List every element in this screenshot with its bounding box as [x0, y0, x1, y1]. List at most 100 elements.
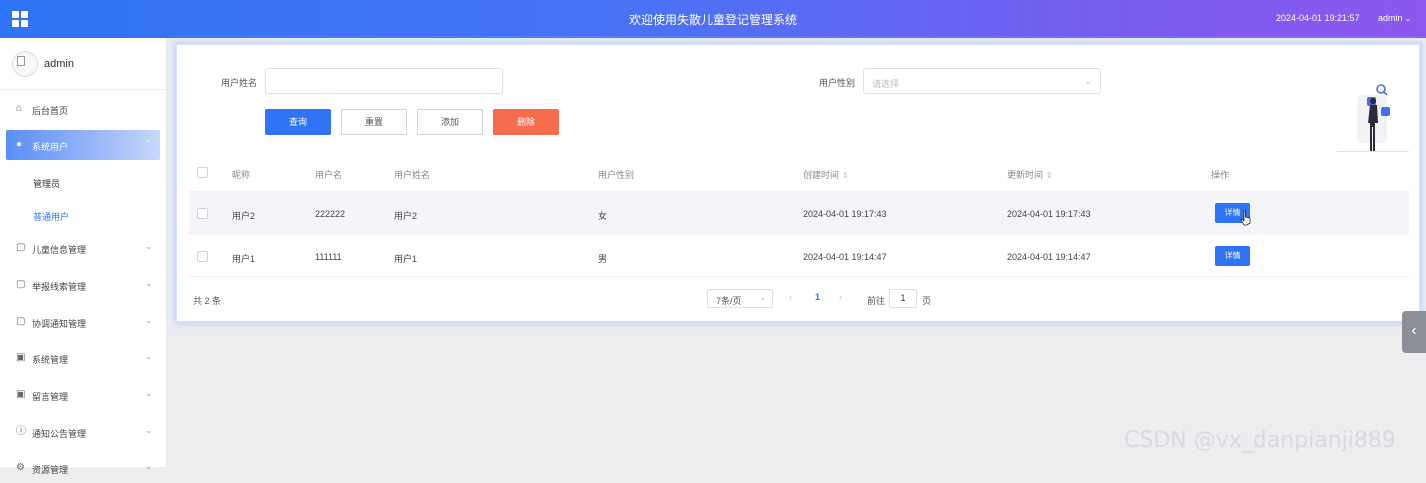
chevron-down-icon: ⌄: [1404, 14, 1412, 23]
sort-icon[interactable]: ⇕: [842, 171, 849, 180]
info-icon: ⓘ: [16, 426, 26, 437]
gender-label: 用户性别: [819, 78, 856, 88]
sidebar-item-report-clues[interactable]: ▢ 举报线索管理 ⌄: [6, 270, 160, 300]
page-size-value: 7条/页: [716, 296, 742, 306]
chevron-up-icon: ⌃: [145, 139, 152, 148]
sidebar-profile: admin: [0, 38, 166, 90]
gender-select[interactable]: 请选择 ⌄: [863, 68, 1101, 94]
sidebar-item-home[interactable]: ⌂ 后台首页: [6, 94, 160, 124]
sidebar-item-coordination[interactable]: ▢ 协调通知管理 ⌄: [6, 307, 160, 337]
chevron-down-icon: ⌄: [145, 316, 152, 325]
document-icon: ▢: [16, 242, 26, 253]
gender-select-placeholder: 请选择: [872, 79, 900, 89]
sidebar-item-label: 系统管理: [32, 355, 69, 365]
cell-updated: 2024-04-01 19:17:43: [1007, 209, 1091, 219]
chevron-down-icon: ⌄: [145, 352, 152, 361]
user-menu-label[interactable]: admin: [1378, 13, 1403, 23]
column-header-created[interactable]: 创建时间 ⇕: [803, 168, 849, 181]
person-illustration-icon: [1337, 84, 1409, 152]
cell-username: 222222: [315, 209, 346, 219]
collapse-panel-button[interactable]: ‹: [1402, 311, 1426, 353]
pager-goto-input[interactable]: 1: [889, 289, 917, 308]
sidebar-item-label: 协调通知管理: [32, 319, 87, 329]
header-datetime: 2024-04-01 19:21:57: [1276, 13, 1360, 23]
sidebar-item-label: 系统用户: [32, 142, 69, 152]
chevron-down-icon: ⌄: [1084, 76, 1092, 86]
prev-page-icon[interactable]: ‹: [789, 292, 792, 302]
sidebar-item-child-info[interactable]: ▢ 儿童信息管理 ⌄: [6, 233, 160, 263]
cell-gender: 男: [598, 254, 608, 264]
gear-icon: ⚙: [16, 462, 25, 473]
column-header: 用户名: [315, 170, 343, 180]
sidebar-item-system[interactable]: ▣ 系统管理 ⌄: [6, 343, 160, 373]
chevron-down-icon: ⌄: [145, 426, 152, 435]
sort-icon[interactable]: ⇕: [1046, 171, 1053, 180]
user-menu[interactable]: admin ⌄: [1378, 13, 1411, 23]
cell-username: 111111: [315, 252, 342, 262]
document-icon: ▢: [16, 279, 26, 290]
pager-unit-label: 页: [922, 296, 932, 306]
document-icon: ▢: [16, 316, 26, 327]
chevron-down-icon: ⌄: [145, 242, 152, 251]
sidebar-subitem-admin[interactable]: 管理员: [33, 177, 60, 190]
sidebar-item-label: 资源管理: [32, 465, 69, 475]
cell-realname: 用户1: [394, 254, 418, 264]
next-page-icon[interactable]: ›: [839, 292, 842, 302]
column-header: 操作: [1211, 170, 1230, 180]
column-header-label: 创建时间: [803, 170, 840, 180]
hand-cursor-icon: [1240, 210, 1251, 226]
column-header-label: 更新时间: [1007, 170, 1044, 180]
user-icon: ●: [16, 139, 23, 150]
row-checkbox[interactable]: [197, 208, 208, 219]
watermark: CSDN @vx_danpianji889: [1124, 428, 1396, 453]
pager-goto-label: 前往: [867, 296, 886, 306]
cell-nickname: 用户2: [232, 211, 256, 221]
cell-gender: 女: [598, 211, 608, 221]
sidebar-item-label: 通知公告管理: [32, 429, 87, 439]
add-button[interactable]: 添加: [417, 109, 483, 135]
sidebar-item-label: 后台首页: [32, 106, 69, 116]
table-row[interactable]: 用户2 222222 用户2 女 2024-04-01 19:17:43 202…: [189, 192, 1409, 234]
sidebar-item-notices[interactable]: ⓘ 通知公告管理 ⌄: [6, 417, 160, 447]
page-size-select[interactable]: 7条/页 ⌄: [707, 289, 773, 308]
pager-current-page[interactable]: 1: [815, 292, 820, 302]
chevron-left-icon: ‹: [1411, 322, 1417, 339]
name-label: 用户姓名: [221, 78, 258, 88]
sidebar-subitem-normal-users[interactable]: 普通用户: [33, 210, 69, 223]
cell-nickname: 用户1: [232, 254, 256, 264]
row-checkbox[interactable]: [197, 251, 208, 262]
chevron-down-icon: ⌄: [145, 389, 152, 398]
chevron-down-icon: ⌄: [145, 279, 152, 288]
avatar: [12, 51, 38, 77]
content-card: 用户姓名 用户性别 请选择 ⌄ 查询 重置 添加 删除 昵称 用户名 用户姓名 …: [176, 44, 1420, 322]
column-header-updated[interactable]: 更新时间 ⇕: [1007, 168, 1053, 181]
cell-realname: 用户2: [394, 211, 418, 221]
table-row[interactable]: 用户1 111111 用户1 男 2024-04-01 19:14:47 202…: [189, 235, 1409, 277]
cell-created: 2024-04-01 19:14:47: [803, 252, 887, 262]
column-header: 用户性别: [598, 170, 635, 180]
sidebar-item-system-users[interactable]: ● 系统用户 ⌃: [6, 130, 160, 160]
cell-created: 2024-04-01 19:17:43: [803, 209, 887, 219]
column-header: 用户姓名: [394, 170, 431, 180]
name-input[interactable]: [265, 68, 503, 94]
reset-button[interactable]: 重置: [341, 109, 407, 135]
sidebar: admin ⌂ 后台首页 ● 系统用户 ⌃ 管理员 普通用户 ▢ 儿童信息管理 …: [0, 38, 167, 475]
pager-total: 共 2 条: [193, 296, 222, 306]
home-icon: ⌂: [16, 103, 23, 114]
image-icon: ▣: [16, 389, 26, 400]
delete-button[interactable]: 删除: [493, 109, 559, 135]
sidebar-item-resources[interactable]: ⚙ 资源管理 ⌄: [6, 453, 160, 483]
column-header: 昵称: [232, 170, 251, 180]
select-all-checkbox[interactable]: [197, 167, 208, 178]
sidebar-item-label: 儿童信息管理: [32, 245, 87, 255]
sidebar-item-label: 留言管理: [32, 392, 69, 402]
detail-button[interactable]: 详情: [1215, 246, 1250, 266]
sidebar-item-messages[interactable]: ▣ 留言管理 ⌄: [6, 380, 160, 410]
sidebar-item-label: 举报线索管理: [32, 282, 87, 292]
chevron-down-icon: ⌄: [759, 293, 766, 302]
profile-name: admin: [44, 58, 74, 70]
query-button[interactable]: 查询: [265, 109, 331, 135]
app-title: 欢迎使用失散儿童登记管理系统: [628, 13, 797, 27]
cell-updated: 2024-04-01 19:14:47: [1007, 252, 1091, 262]
image-icon: ▣: [16, 352, 26, 363]
